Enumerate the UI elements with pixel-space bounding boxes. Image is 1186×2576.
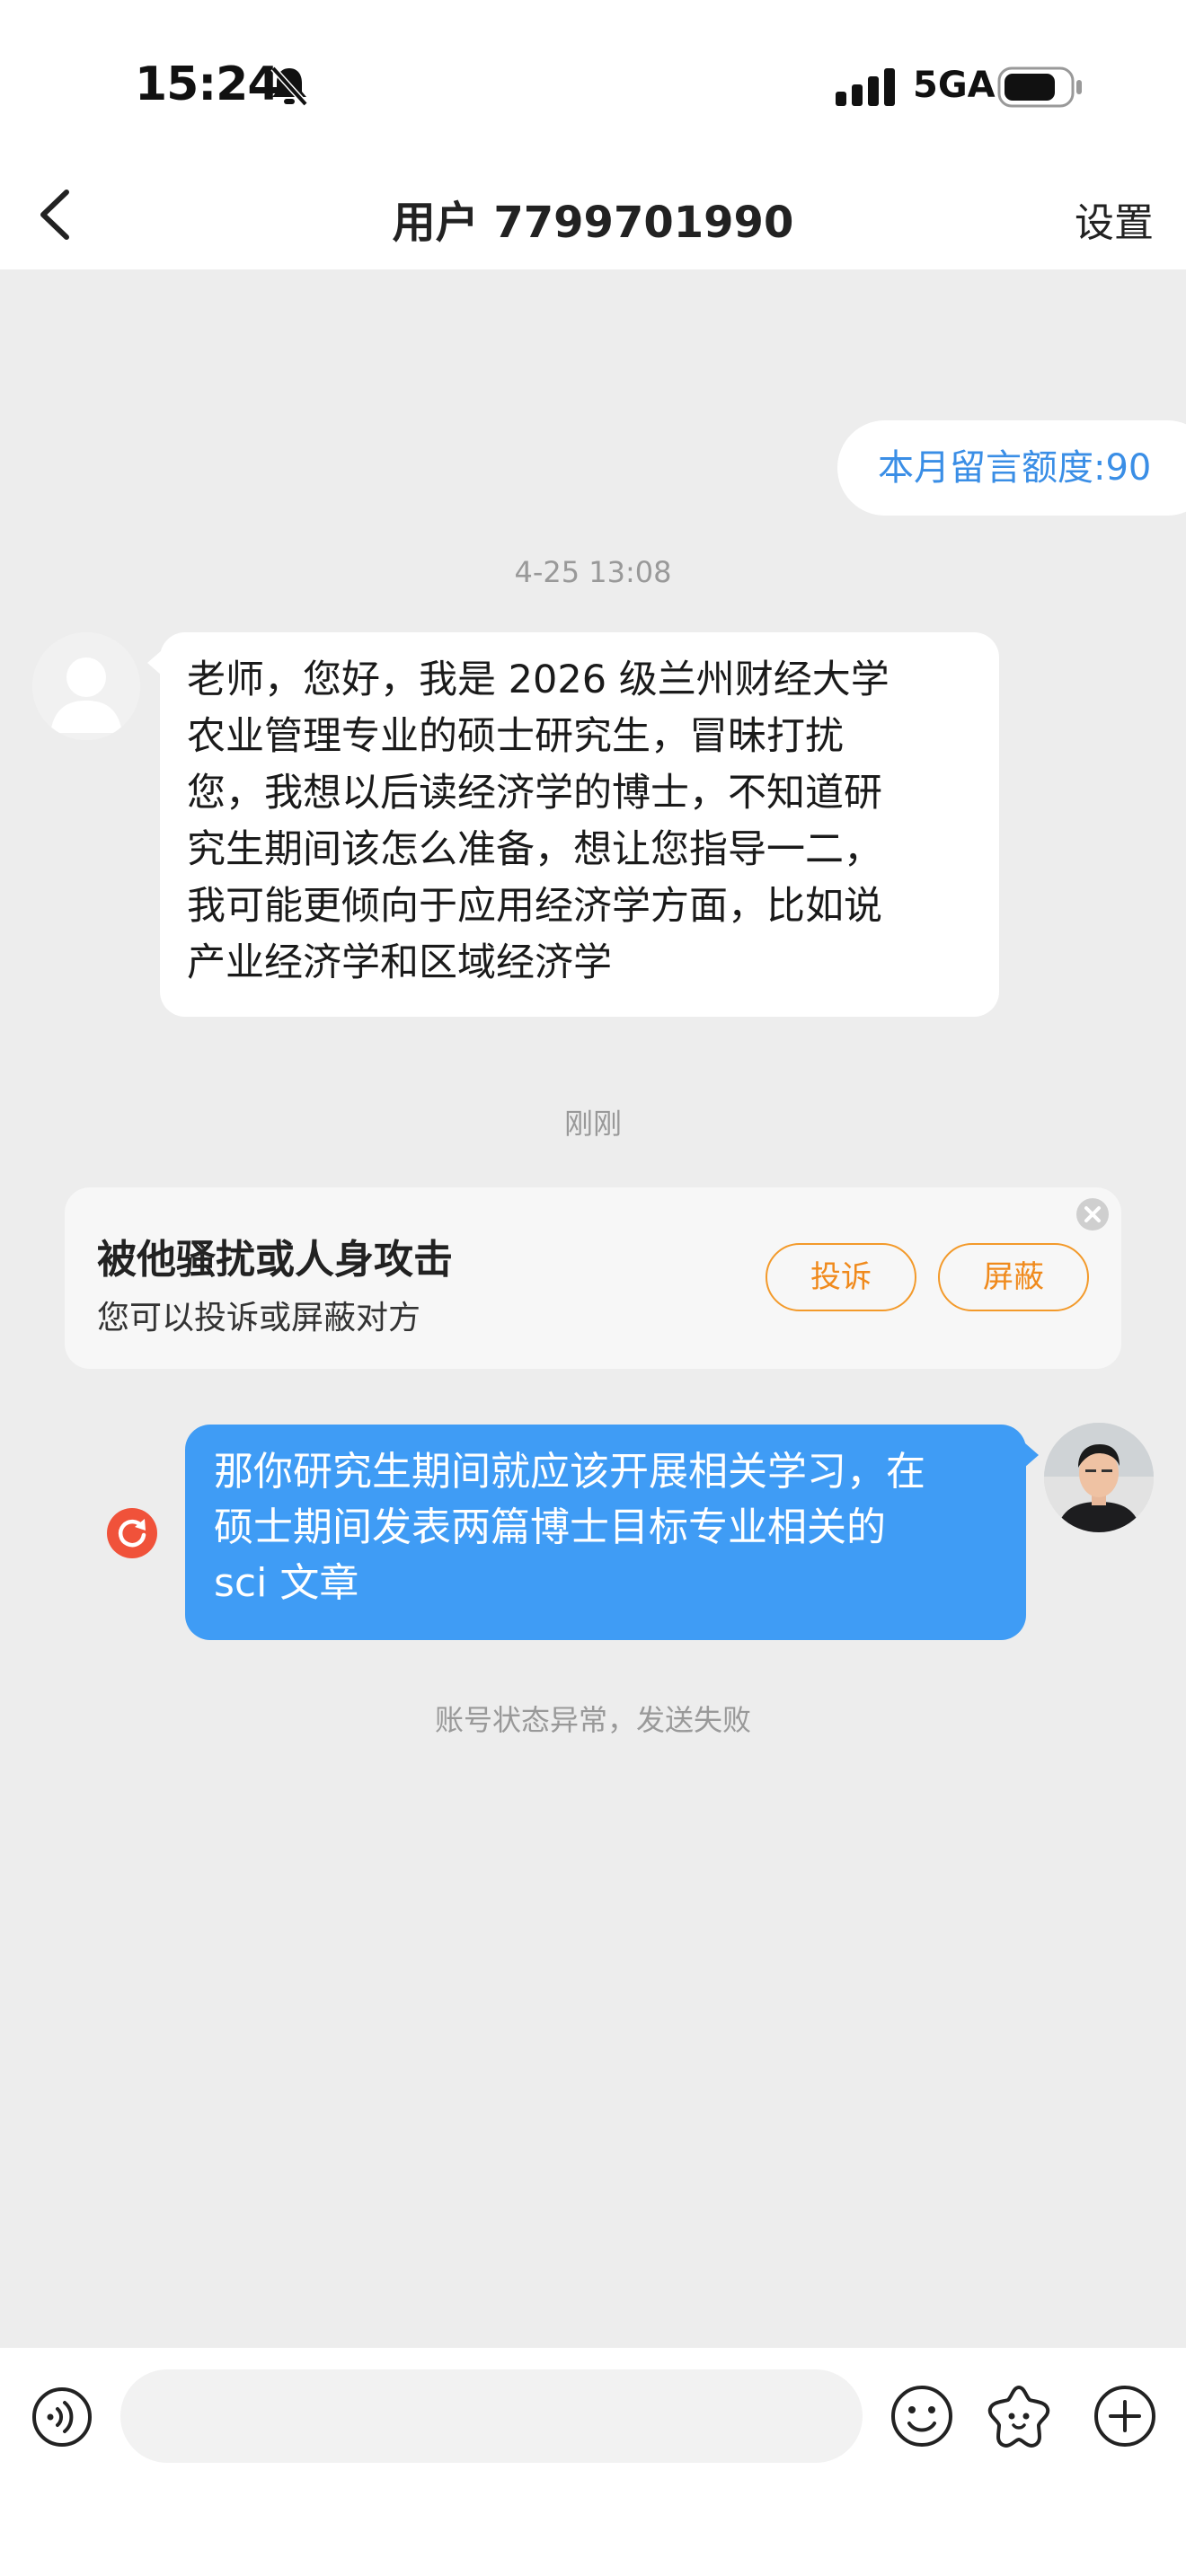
settings-button[interactable]: 设置 <box>1075 190 1154 248</box>
page-title: 用户 7799701990 <box>392 198 794 248</box>
outgoing-message-bubble[interactable]: 那你研究生期间就应该开展相关学习，在 硕士期间发表两篇博士目标专业相关的 sci… <box>185 1425 1039 1640</box>
plus-icon[interactable] <box>1093 2384 1157 2452</box>
complain-button[interactable]: 投诉 <box>766 1243 916 1311</box>
nav-header: 用户 7799701990 设置 <box>0 162 1186 269</box>
message-timestamp-recent: 刚刚 <box>563 1107 622 1141</box>
status-bar: 15:24 5GA <box>0 0 1186 162</box>
block-button[interactable]: 屏蔽 <box>938 1243 1089 1311</box>
close-icon[interactable] <box>1075 1196 1111 1232</box>
harassment-warning-card: 被他骚扰或人身攻击 您可以投诉或屏蔽对方 投诉 屏蔽 <box>65 1187 1121 1369</box>
default-user-icon <box>32 632 140 740</box>
contact-avatar[interactable] <box>32 632 140 740</box>
send-failure-notice: 账号状态异常，发送失败 <box>434 1703 751 1737</box>
status-time: 15:24 <box>135 57 280 111</box>
my-avatar[interactable] <box>1044 1423 1154 1532</box>
mute-bell-icon <box>270 65 309 111</box>
emoji-icon[interactable] <box>890 2384 954 2452</box>
warning-subtitle: 您可以投诉或屏蔽对方 <box>97 1300 421 1337</box>
quota-badge: 本月留言额度:90 <box>837 420 1186 516</box>
input-toolbar <box>0 2348 1186 2576</box>
sticker-icon[interactable] <box>985 2382 1053 2454</box>
incoming-message-bubble[interactable]: 老师，您好，我是 2026 级兰州财经大学 农业管理专业的硕士研究生，冒昧打扰 … <box>147 632 999 1017</box>
cellular-signal-icon <box>836 66 900 110</box>
network-type: 5GA <box>913 65 996 106</box>
message-timestamp: 4-25 13:08 <box>514 555 672 589</box>
resend-icon[interactable] <box>106 1507 158 1559</box>
user-photo-icon <box>1044 1423 1154 1532</box>
message-input[interactable] <box>120 2369 863 2463</box>
voice-icon[interactable] <box>31 2386 93 2452</box>
warning-title: 被他骚扰或人身攻击 <box>97 1237 453 1283</box>
battery-icon <box>997 66 1084 111</box>
